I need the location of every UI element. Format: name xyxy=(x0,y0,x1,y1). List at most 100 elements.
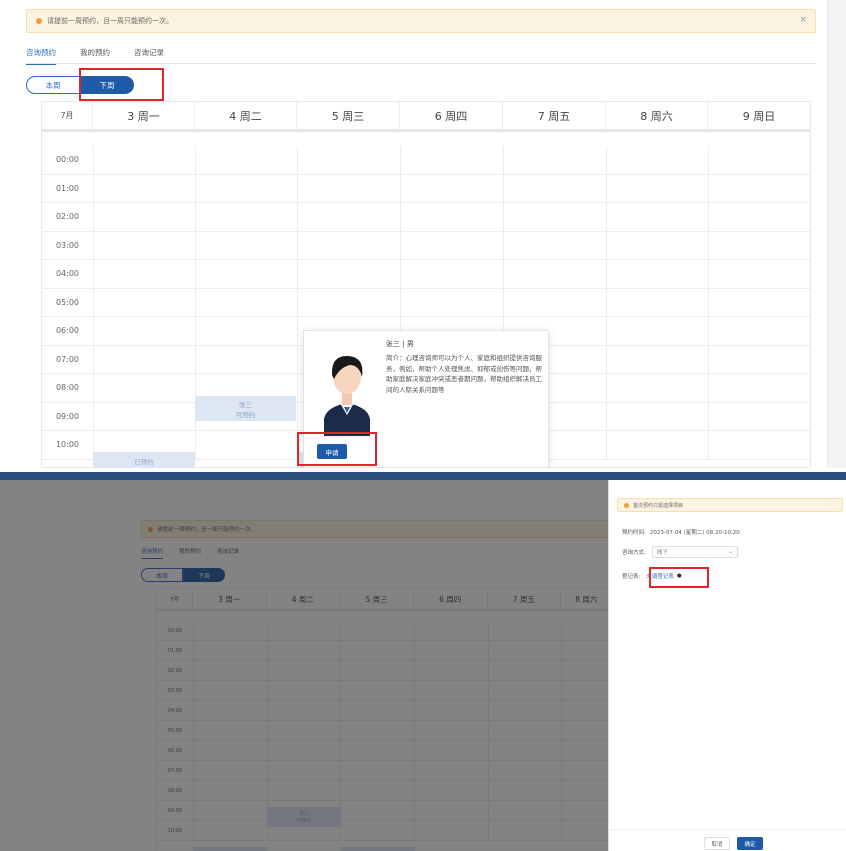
time-slot-cell[interactable] xyxy=(400,288,503,316)
apply-highlight xyxy=(297,432,377,466)
drawer-notice-text: 首次预约只需选择项目 xyxy=(633,502,684,509)
day-header: 5 周三 xyxy=(297,102,400,129)
time-slot-cell[interactable] xyxy=(93,317,195,345)
close-icon[interactable]: × xyxy=(799,15,807,25)
day-header: 6 周四 xyxy=(400,102,503,129)
booking-page-with-drawer: 请提前一周预约，且一周只能预约一次。 咨询预约 我的预约 咨询记录 本周 下周 … xyxy=(0,480,846,851)
consult-method-label: 咨询方式: xyxy=(622,550,646,556)
next-week-highlight xyxy=(79,68,164,101)
time-slot-cell[interactable] xyxy=(195,174,297,202)
time-slot-cell[interactable] xyxy=(503,231,606,259)
time-slot-cell[interactable] xyxy=(195,260,297,288)
consult-method-value: 线下 xyxy=(656,550,668,556)
time-row: 02:00 xyxy=(42,203,810,232)
time-slot-cell[interactable] xyxy=(297,260,400,288)
time-slot-cell[interactable] xyxy=(708,345,810,373)
time-slot-cell[interactable] xyxy=(93,174,195,202)
time-slot-cell[interactable] xyxy=(503,288,606,316)
warning-dot-icon xyxy=(624,502,629,508)
time-slot-cell[interactable] xyxy=(195,345,297,373)
time-slot-cell[interactable] xyxy=(503,260,606,288)
time-slot-cell[interactable] xyxy=(93,260,195,288)
slot-counselor-name: 张三 xyxy=(239,400,252,409)
counselor-bio: 简介：心理咨询师可以为个人、家庭和组织提供咨询服务，例如，帮助个人处理焦虑、抑郁… xyxy=(386,354,542,394)
time-slot-cell[interactable] xyxy=(93,203,195,231)
time-slot-cell[interactable] xyxy=(606,203,708,231)
time-slot-cell[interactable] xyxy=(708,146,810,174)
time-label: 01:00 xyxy=(55,183,80,193)
register-link-highlight xyxy=(649,567,709,588)
time-label: 07:00 xyxy=(55,354,80,364)
time-slot-cell[interactable] xyxy=(195,203,297,231)
time-slot-cell[interactable] xyxy=(503,203,606,231)
time-slot-cell[interactable] xyxy=(708,288,810,316)
time-slot-cell[interactable] xyxy=(606,174,708,202)
time-slot-cell[interactable] xyxy=(93,146,195,174)
day-header: 3 周一 xyxy=(93,102,195,129)
time-label: 05:00 xyxy=(55,297,80,307)
time-slot-cell[interactable] xyxy=(400,174,503,202)
slot-status: 可预约 xyxy=(235,410,256,419)
time-slot-cell[interactable] xyxy=(606,288,708,316)
available-slot[interactable]: 张三 可预约 xyxy=(195,396,296,421)
time-slot-cell[interactable] xyxy=(503,146,606,174)
time-slot-cell[interactable] xyxy=(606,402,708,430)
time-slot-cell[interactable] xyxy=(606,146,708,174)
time-slot-cell[interactable] xyxy=(606,374,708,402)
time-slot-cell[interactable] xyxy=(708,402,810,430)
time-slot-cell[interactable] xyxy=(708,374,810,402)
time-slot-cell[interactable] xyxy=(708,431,810,459)
time-slot-cell[interactable] xyxy=(606,345,708,373)
time-slot-cell[interactable] xyxy=(708,231,810,259)
consult-method-select[interactable]: 线下 ⌄ xyxy=(651,546,738,558)
time-slot-cell[interactable] xyxy=(400,231,503,259)
time-slot-cell[interactable] xyxy=(297,231,400,259)
booked-slot[interactable]: 已预约 xyxy=(93,452,195,468)
warning-dot-icon xyxy=(36,18,42,24)
time-slot-cell[interactable] xyxy=(708,317,810,345)
time-label: 03:00 xyxy=(55,240,80,250)
cancel-button[interactable]: 取消 xyxy=(704,837,730,850)
time-slot-cell[interactable] xyxy=(297,203,400,231)
confirm-button[interactable]: 确定 xyxy=(737,837,763,850)
time-slot-cell[interactable] xyxy=(400,203,503,231)
time-row: 03:00 xyxy=(42,231,810,260)
modal-overlay[interactable] xyxy=(0,480,608,851)
time-slot-cell[interactable] xyxy=(606,317,708,345)
time-slot-cell[interactable] xyxy=(93,374,195,402)
time-slot-cell[interactable] xyxy=(606,260,708,288)
counselor-name: 张三 | 男 xyxy=(386,340,414,348)
time-slot-cell[interactable] xyxy=(297,174,400,202)
drawer-notice: 首次预约只需选择项目 xyxy=(617,498,843,512)
time-slot-cell[interactable] xyxy=(708,174,810,202)
time-slot-cell[interactable] xyxy=(93,345,195,373)
time-slot-cell[interactable] xyxy=(195,288,297,316)
time-slot-cell[interactable] xyxy=(708,203,810,231)
time-slot-cell[interactable] xyxy=(297,288,400,316)
scrollbar-strip xyxy=(827,0,846,468)
time-slot-cell[interactable] xyxy=(503,174,606,202)
time-slot-cell[interactable] xyxy=(708,260,810,288)
time-slot-cell[interactable] xyxy=(400,146,503,174)
consult-method-field: 咨询方式: 线下 ⌄ xyxy=(622,546,738,558)
time-slot-cell[interactable] xyxy=(195,231,297,259)
slot-status: 已预约 xyxy=(134,457,154,466)
time-label: 06:00 xyxy=(55,326,80,336)
notice-text: 请提前一周预约，且一周只能预约一次。 xyxy=(47,17,173,25)
booking-notice: 请提前一周预约，且一周只能预约一次。 × xyxy=(26,9,816,33)
time-slot-cell[interactable] xyxy=(195,146,297,174)
time-slot-cell[interactable] xyxy=(606,231,708,259)
time-slot-cell[interactable] xyxy=(606,431,708,459)
time-slot-cell[interactable] xyxy=(195,431,297,459)
this-week-button[interactable]: 本周 xyxy=(26,76,80,94)
time-slot-cell[interactable] xyxy=(297,146,400,174)
time-slot-cell[interactable] xyxy=(93,288,195,316)
time-slot-cell[interactable] xyxy=(93,402,195,430)
time-row: 00:00 xyxy=(42,146,810,175)
day-header: 8 周六 xyxy=(606,102,708,129)
time-slot-cell[interactable] xyxy=(195,317,297,345)
time-slot-cell[interactable] xyxy=(400,260,503,288)
time-slot-cell[interactable] xyxy=(93,231,195,259)
appointment-time-field: 预约时间: 2023-07-04 (星期二) 08:20-10:20 xyxy=(622,528,740,536)
time-row: 05:00 xyxy=(42,288,810,317)
